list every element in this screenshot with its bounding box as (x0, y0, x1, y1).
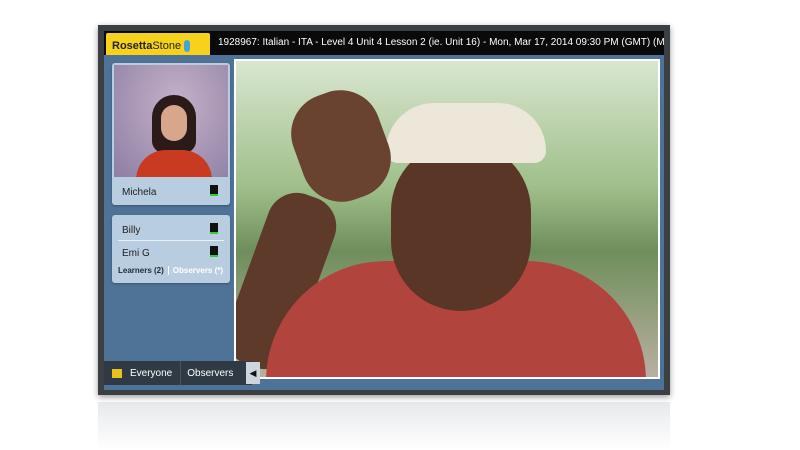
participants-card: Billy Emi G Learners (2) Observers (*) (112, 215, 230, 283)
window-reflection (98, 402, 670, 450)
microphone-icon (184, 40, 191, 52)
session-body: Michela Billy Emi G Learners (2) Observer… (104, 55, 664, 390)
speaker-icon[interactable] (210, 185, 218, 196)
header-bar: Rosetta Stone 1928967: Italian - ITA - Le… (104, 31, 664, 59)
tab-observers[interactable]: Observers (*) (167, 266, 224, 275)
participant-name: Emi G (122, 248, 150, 259)
everyone-label: Everyone (130, 367, 173, 379)
logo-light: Stone (152, 40, 182, 52)
participant-tabs: Learners (2) Observers (*) (118, 266, 224, 275)
divider (118, 240, 224, 241)
collapse-arrow-icon[interactable]: ◀ (246, 362, 260, 384)
everyone-button[interactable]: Everyone (104, 361, 182, 385)
observers-button[interactable]: Observers (181, 368, 239, 379)
session-title: 1928967: Italian - ITA - Level 4 Unit 4 … (218, 37, 664, 48)
group-icon (112, 368, 122, 378)
app-window: Rosetta Stone 1928967: Italian - ITA - Le… (98, 25, 670, 395)
coach-name: Michela (122, 187, 157, 198)
participant-name: Billy (122, 225, 141, 236)
speaker-icon[interactable] (210, 246, 218, 257)
tab-learners[interactable]: Learners (2) (118, 266, 164, 275)
logo-bold: Rosetta (112, 40, 153, 52)
speaker-icon[interactable] (210, 223, 218, 234)
main-video (234, 59, 660, 379)
chat-bar: Everyone Observers (104, 361, 252, 385)
coach-video (114, 65, 228, 177)
coach-card[interactable]: Michela (112, 63, 230, 205)
